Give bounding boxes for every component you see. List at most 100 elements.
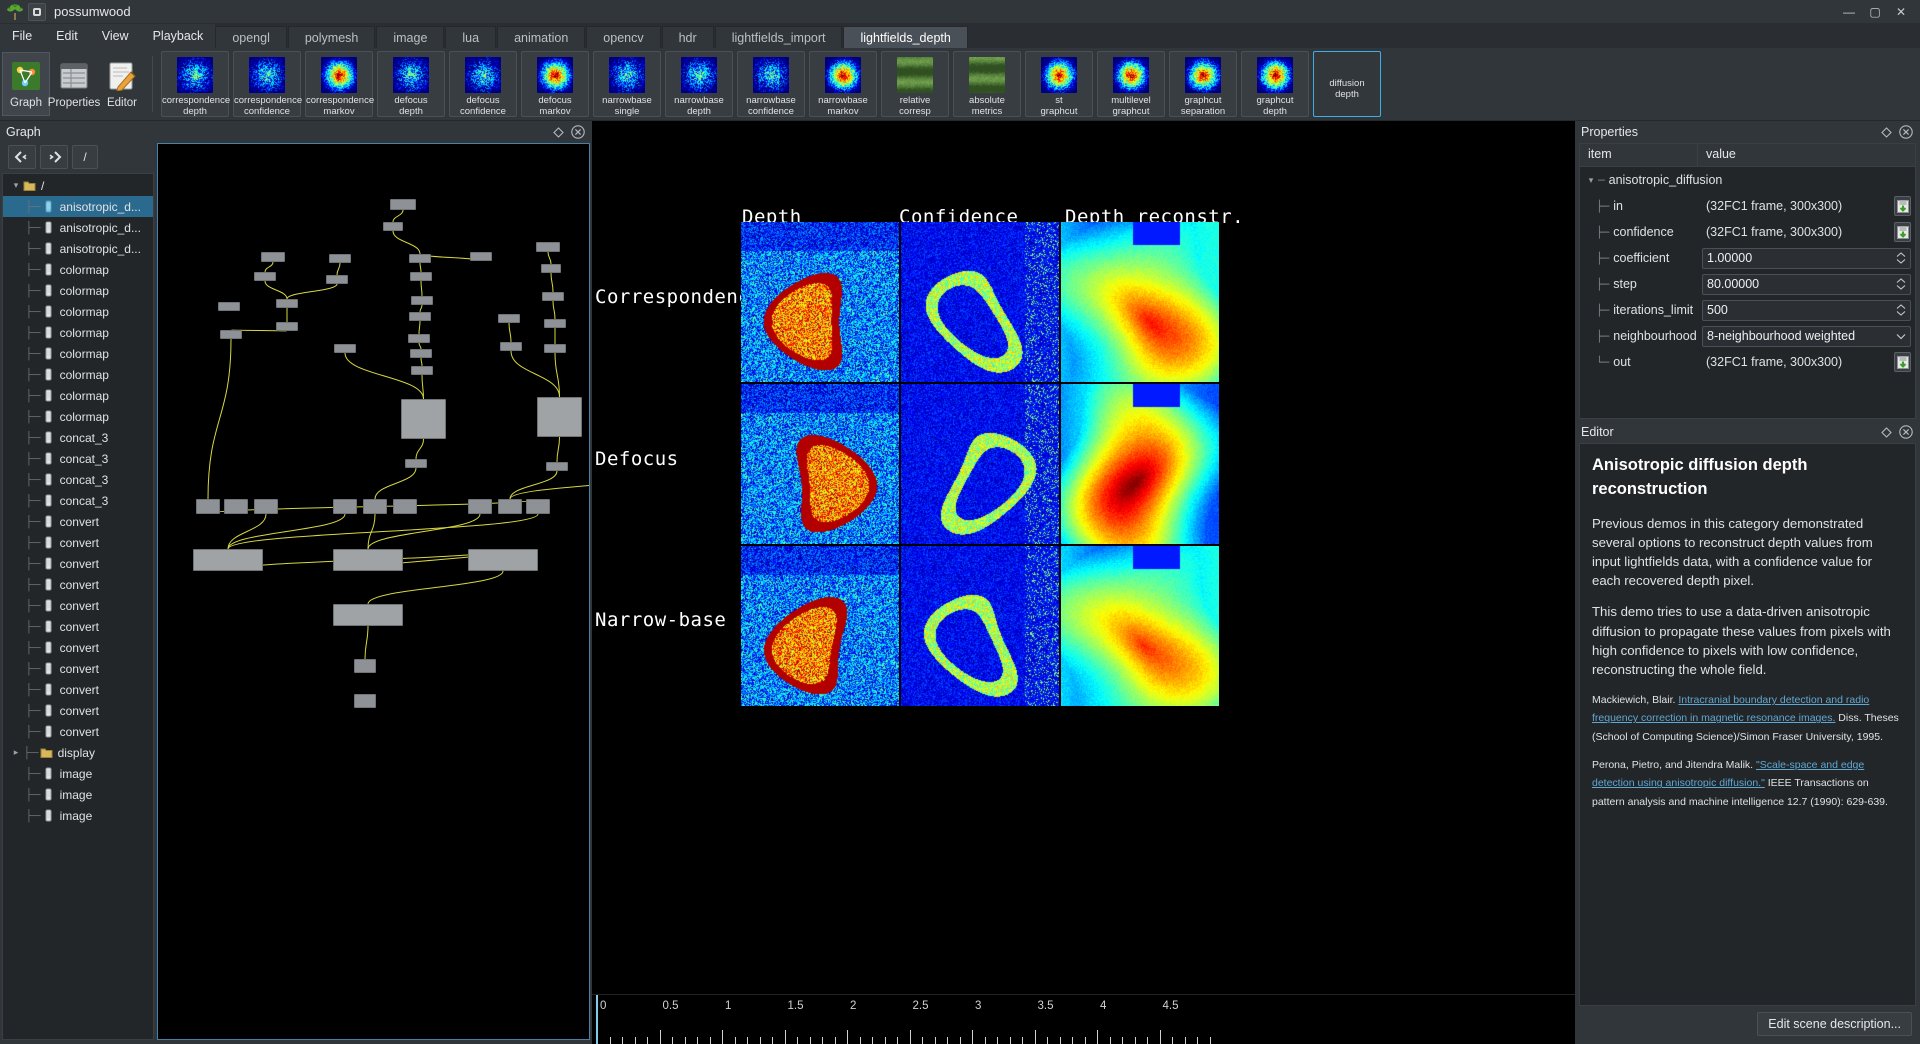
menu-edit[interactable]: Edit xyxy=(44,24,90,48)
graph-node[interactable] xyxy=(468,499,492,514)
tab-polymesh[interactable]: polymesh xyxy=(287,26,376,48)
tree-item-concat-3[interactable]: ├─ concat_3 xyxy=(3,469,153,490)
tree-item-anisotropic-d-[interactable]: ├─ anisotropic_d... xyxy=(3,238,153,259)
tree-item-concat-3[interactable]: ├─ concat_3 xyxy=(3,490,153,511)
float-icon[interactable] xyxy=(1878,124,1894,140)
tree-item-convert[interactable]: ├─ convert xyxy=(3,700,153,721)
chevron-down-icon[interactable]: ▾ xyxy=(9,180,23,191)
mode-editor-button[interactable]: Editor xyxy=(98,52,146,116)
property-combobox[interactable]: 8-neighbourhood weighted xyxy=(1702,325,1911,347)
tab-opengl[interactable]: opengl xyxy=(215,26,287,48)
tree-item-convert[interactable]: ├─ convert xyxy=(3,637,153,658)
nav-forward-button[interactable] xyxy=(40,145,68,169)
demo-button-graphcut-depth[interactable]: graphcut depth xyxy=(1241,51,1309,117)
tree-item-anisotropic-d-[interactable]: ├─ anisotropic_d... xyxy=(3,196,153,217)
graph-node[interactable] xyxy=(254,272,276,281)
tree-item-convert[interactable]: ├─ convert xyxy=(3,532,153,553)
demo-button-narrowbase-markov[interactable]: narrowbase markov xyxy=(809,51,877,117)
graph-node[interactable] xyxy=(411,366,433,375)
maximize-button[interactable]: ▢ xyxy=(1862,2,1888,22)
graph-node[interactable] xyxy=(498,499,522,514)
property-value-cell[interactable]: 500 xyxy=(1702,299,1915,321)
property-row-step[interactable]: ├─ step 80.00000 xyxy=(1580,271,1915,297)
tree-item-convert[interactable]: ├─ convert xyxy=(3,679,153,700)
spinner-arrows-icon[interactable] xyxy=(1896,252,1906,264)
graph-node[interactable] xyxy=(405,459,427,468)
minimize-button[interactable]: — xyxy=(1836,2,1862,22)
property-spinbox[interactable]: 1.00000 xyxy=(1702,247,1911,269)
property-spinbox[interactable]: 500 xyxy=(1702,299,1911,321)
property-value-cell[interactable]: 80.00000 xyxy=(1702,273,1915,295)
graph-node[interactable] xyxy=(410,349,432,358)
tree-item-colormap[interactable]: ├─ colormap xyxy=(3,301,153,322)
graph-node[interactable] xyxy=(470,252,492,261)
tree-item-colormap[interactable]: ├─ colormap xyxy=(3,280,153,301)
graph-node[interactable] xyxy=(393,499,417,514)
tree-item-colormap[interactable]: ├─ colormap xyxy=(3,322,153,343)
graph-node[interactable] xyxy=(196,499,220,514)
chevron-down-icon[interactable]: ▾ xyxy=(1584,175,1598,186)
graph-node[interactable] xyxy=(254,499,278,514)
chevron-down-icon[interactable] xyxy=(1896,329,1906,343)
node-graph-canvas[interactable] xyxy=(157,143,590,1040)
tree-item-convert[interactable]: ├─ convert xyxy=(3,616,153,637)
graph-node[interactable] xyxy=(334,344,356,353)
tree-item-image[interactable]: ├─ image xyxy=(3,805,153,826)
tree-item-convert[interactable]: ├─ convert xyxy=(3,721,153,742)
properties-root-row[interactable]: ▾ ─ anisotropic_diffusion xyxy=(1580,167,1915,193)
tree-item-convert[interactable]: ├─ convert xyxy=(3,511,153,532)
nav-root-button[interactable]: / xyxy=(72,145,98,169)
tab-opencv[interactable]: opencv xyxy=(586,26,661,48)
tree-item-anisotropic-d-[interactable]: ├─ anisotropic_d... xyxy=(3,217,153,238)
graph-node[interactable] xyxy=(326,275,348,284)
demo-button-multilevel-graphcut[interactable]: multilevel graphcut xyxy=(1097,51,1165,117)
demo-button-defocus-confidence[interactable]: defocus confidence xyxy=(449,51,517,117)
demo-button-relative-corresp[interactable]: relative corresp xyxy=(881,51,949,117)
graph-node[interactable] xyxy=(363,499,387,514)
tree-item-colormap[interactable]: ├─ colormap xyxy=(3,406,153,427)
property-row-in[interactable]: ├─ in (32FC1 frame, 300x300) xyxy=(1580,193,1915,219)
close-icon[interactable] xyxy=(1898,424,1914,440)
tab-hdr[interactable]: hdr xyxy=(661,26,714,48)
tab-lightfields-import[interactable]: lightfields_import xyxy=(714,26,843,48)
tree-item-convert[interactable]: ├─ convert xyxy=(3,658,153,679)
property-spinbox[interactable]: 80.00000 xyxy=(1702,273,1911,295)
graph-node[interactable] xyxy=(546,462,568,471)
property-value-cell[interactable]: (32FC1 frame, 300x300) xyxy=(1702,352,1915,372)
property-row-out[interactable]: └─ out (32FC1 frame, 300x300) xyxy=(1580,349,1915,375)
menu-view[interactable]: View xyxy=(90,24,141,48)
tree-item-colormap[interactable]: ├─ colormap xyxy=(3,343,153,364)
demo-button-narrowbase-depth[interactable]: narrowbase depth xyxy=(665,51,733,117)
graph-node[interactable] xyxy=(544,344,566,353)
property-row-neighbourhood[interactable]: ├─ neighbourhood 8-neighbourhood weighted xyxy=(1580,323,1915,349)
nav-back-button[interactable] xyxy=(8,145,36,169)
graph-node[interactable] xyxy=(276,299,298,308)
save-icon-button[interactable] xyxy=(1894,352,1911,372)
timeline-cursor[interactable] xyxy=(596,995,598,1044)
graph-node[interactable] xyxy=(468,549,538,571)
demo-button-graphcut-separation[interactable]: graphcut separation xyxy=(1169,51,1237,117)
chevron-right-icon[interactable]: ▸ xyxy=(9,747,23,758)
float-icon[interactable] xyxy=(1878,424,1894,440)
property-value-cell[interactable]: 8-neighbourhood weighted xyxy=(1702,325,1915,347)
tab-lightfields-depth[interactable]: lightfields_depth xyxy=(843,26,968,48)
graph-node[interactable] xyxy=(354,659,376,673)
graph-node[interactable] xyxy=(329,254,351,263)
mode-properties-button[interactable]: Properties xyxy=(48,52,100,116)
graph-node[interactable] xyxy=(544,319,566,328)
save-icon-button[interactable] xyxy=(1894,196,1911,216)
property-row-confidence[interactable]: ├─ confidence (32FC1 frame, 300x300) xyxy=(1580,219,1915,245)
property-value-cell[interactable]: (32FC1 frame, 300x300) xyxy=(1702,222,1915,242)
graph-node[interactable] xyxy=(542,292,564,301)
tree-item-concat-3[interactable]: ├─ concat_3 xyxy=(3,427,153,448)
graph-node[interactable] xyxy=(411,296,433,305)
tab-image[interactable]: image xyxy=(376,26,445,48)
mode-graph-button[interactable]: Graph xyxy=(2,52,50,116)
property-value-cell[interactable]: (32FC1 frame, 300x300) xyxy=(1702,196,1915,216)
graph-node[interactable] xyxy=(409,254,431,263)
tree-item-display[interactable]: ▸ ├─ display xyxy=(3,742,153,763)
property-row-iterations_limit[interactable]: ├─ iterations_limit 500 xyxy=(1580,297,1915,323)
demo-button-narrowbase-single[interactable]: narrowbase single xyxy=(593,51,661,117)
graph-node[interactable] xyxy=(220,330,242,339)
demo-button-defocus-depth[interactable]: defocus depth xyxy=(377,51,445,117)
